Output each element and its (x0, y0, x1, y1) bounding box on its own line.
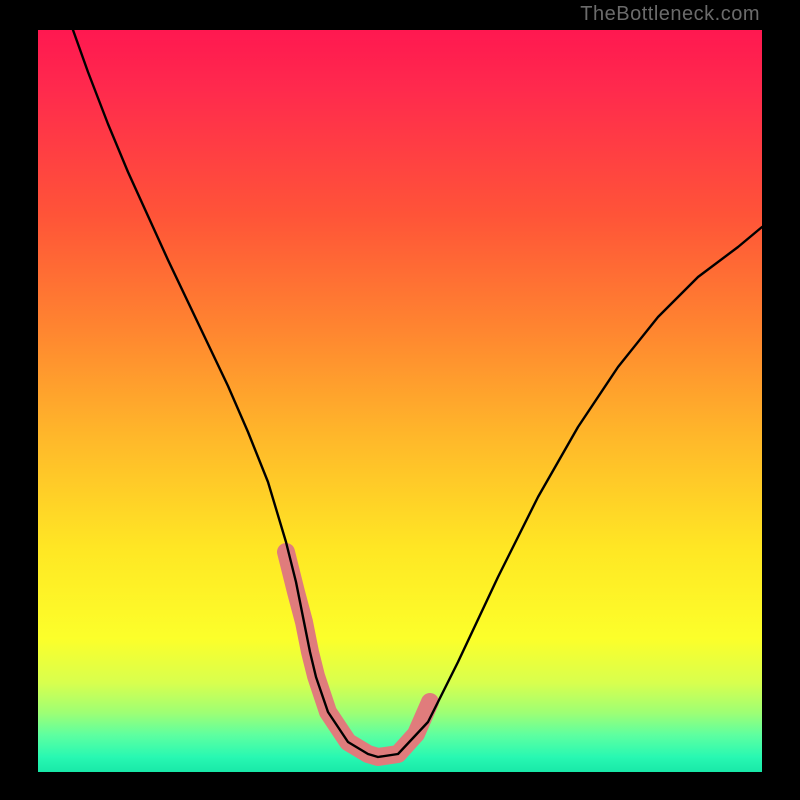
watermark-text: TheBottleneck.com (580, 3, 760, 26)
plot-area (38, 30, 762, 772)
chart-frame: TheBottleneck.com (0, 0, 800, 800)
curve-layer (38, 30, 762, 772)
main-curve (73, 30, 762, 757)
highlight-band (286, 552, 430, 757)
